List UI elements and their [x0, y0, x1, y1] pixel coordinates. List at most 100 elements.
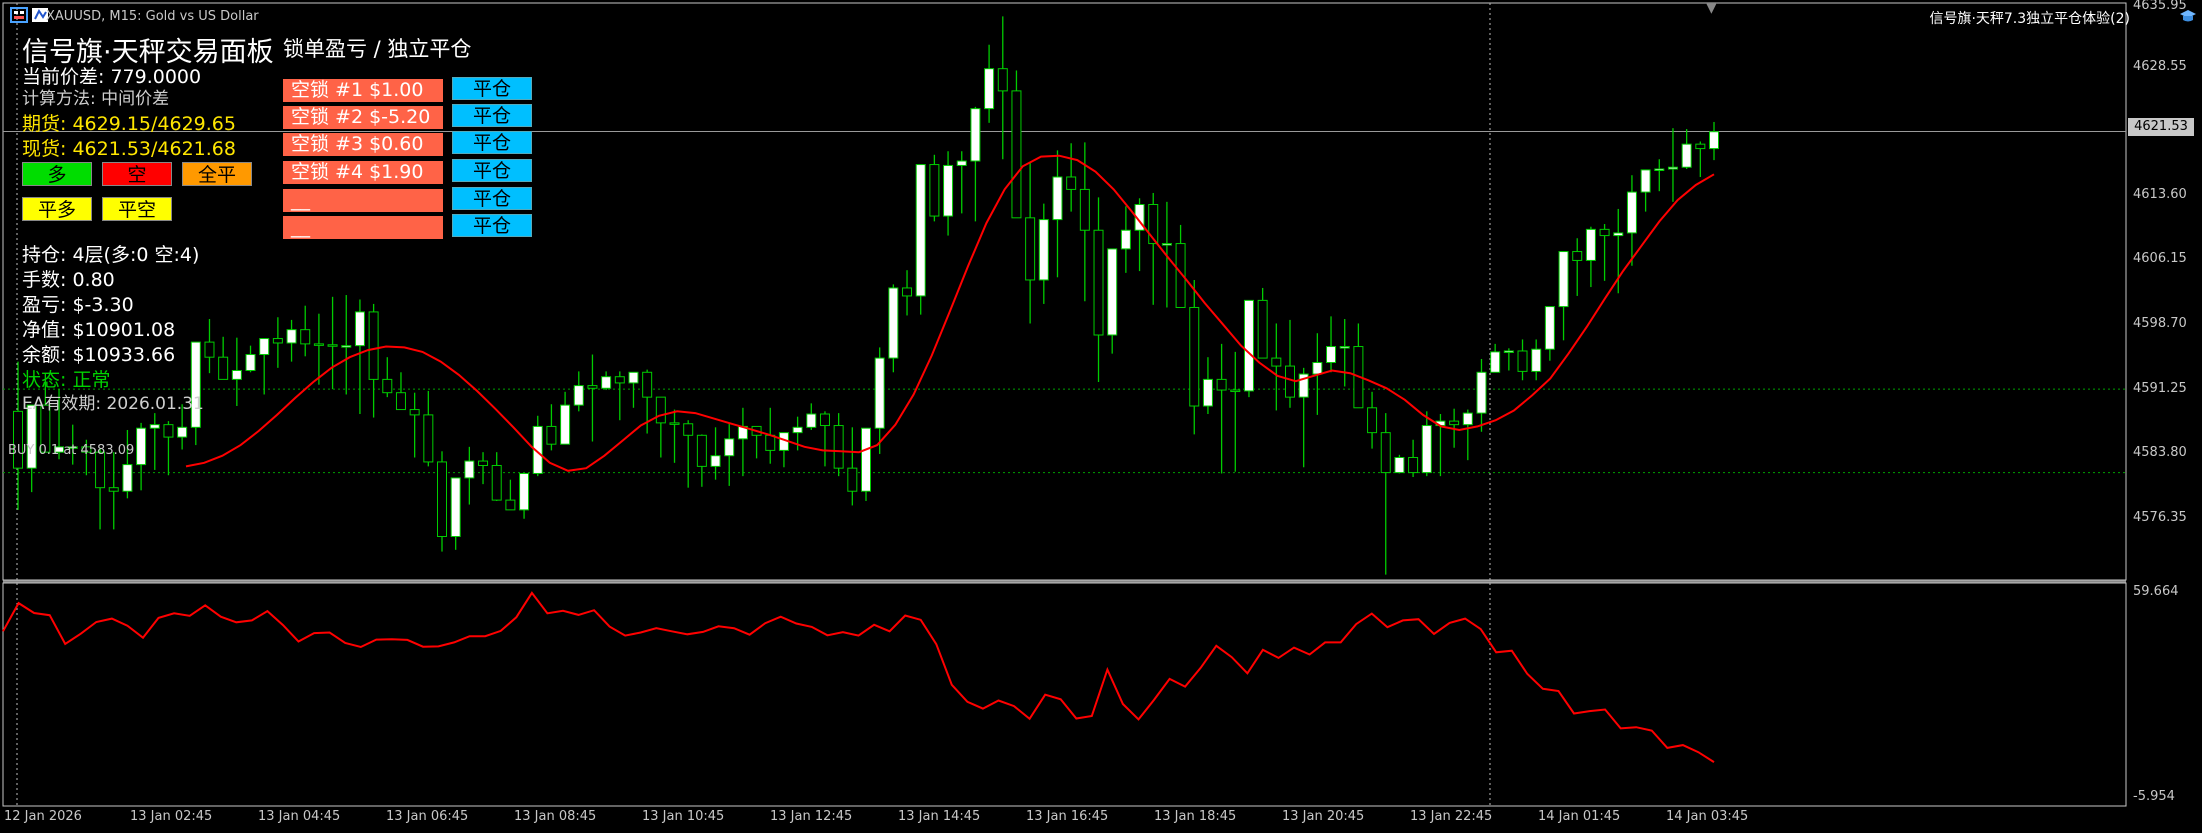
- chart-menu-icon[interactable]: [10, 7, 28, 24]
- candle-body: [1216, 378, 1227, 391]
- candle-body: [1544, 306, 1555, 350]
- candle-body: [382, 378, 393, 394]
- time-tick: 14 Jan 01:45: [1538, 809, 1621, 824]
- candle-body: [1230, 389, 1241, 393]
- candle-body: [1613, 232, 1624, 237]
- candle-body: [765, 434, 776, 451]
- candle-body: [437, 461, 447, 538]
- price-tick: 4628.55: [2133, 59, 2187, 74]
- candle-body: [1161, 243, 1172, 246]
- close-lock-1-button[interactable]: 平仓: [452, 77, 532, 100]
- candle-body: [26, 404, 37, 469]
- candle-body: [929, 164, 940, 217]
- equity: 净值: $10901.08: [22, 319, 176, 341]
- candle-body: [1517, 350, 1528, 372]
- candle-body: [1503, 350, 1514, 353]
- candle-body: [1380, 432, 1391, 474]
- current-price-tag: 4621.53: [2128, 118, 2194, 136]
- candle-body: [1243, 299, 1254, 392]
- close-all-button[interactable]: 全平: [182, 162, 252, 186]
- candle-body: [1107, 248, 1118, 336]
- candle-body: [806, 413, 817, 428]
- time-tick: 12 Jan 2026: [4, 809, 82, 824]
- time-tick: 13 Jan 06:45: [386, 809, 469, 824]
- time-tick: 13 Jan 20:45: [1282, 809, 1365, 824]
- candle-body: [546, 425, 557, 445]
- price-tick: 4635.95: [2133, 0, 2187, 13]
- close-lock-2-button[interactable]: 平仓: [452, 104, 532, 127]
- candle-body: [683, 423, 694, 436]
- price-tick: 4583.80: [2133, 445, 2187, 460]
- candle-body: [1011, 90, 1022, 219]
- time-tick: 13 Jan 04:45: [258, 809, 341, 824]
- lock-panel-title: 锁单盈亏 / 独立平仓: [283, 37, 472, 61]
- candle-body: [861, 427, 871, 492]
- scroll-marker-icon[interactable]: ▼: [1706, 0, 1717, 16]
- candle-body: [259, 338, 270, 356]
- candle-body: [573, 385, 584, 406]
- candle-body: [915, 164, 926, 297]
- time-tick: 13 Jan 12:45: [770, 809, 853, 824]
- candle-body: [642, 371, 653, 398]
- candle-body: [902, 287, 913, 297]
- candle-body: [136, 427, 147, 466]
- candle-body: [1052, 176, 1063, 221]
- lock-row-6: __: [283, 216, 443, 239]
- candle-body: [163, 424, 174, 438]
- close-lock-4-button[interactable]: 平仓: [452, 159, 532, 182]
- candle-body: [1667, 166, 1678, 170]
- candle-body: [1025, 217, 1036, 281]
- spot-price: 现货: 4621.53/4621.68: [22, 138, 236, 160]
- candle-body: [231, 370, 242, 380]
- candle-body: [122, 464, 133, 492]
- price-tick: 4591.25: [2133, 381, 2187, 396]
- candles-group: [13, 16, 1719, 575]
- candle-body: [505, 499, 516, 511]
- price-tick: 4576.35: [2133, 510, 2187, 525]
- close-sell-button[interactable]: 平空: [102, 197, 172, 221]
- candle-body: [984, 68, 995, 110]
- time-tick: 13 Jan 02:45: [130, 809, 213, 824]
- candle-body: [1408, 456, 1419, 474]
- lots: 手数: 0.80: [22, 269, 115, 291]
- time-tick: 13 Jan 10:45: [642, 809, 725, 824]
- candle-body: [395, 392, 406, 411]
- candle-body: [204, 341, 215, 358]
- close-lock-6-button[interactable]: 平仓: [452, 214, 532, 237]
- lock-row-4: 空锁 #4 $1.90: [283, 161, 443, 184]
- candle-body: [1339, 346, 1350, 349]
- candle-body: [1066, 176, 1077, 190]
- candle-body: [464, 460, 475, 479]
- candle-body: [1654, 168, 1665, 171]
- profit: 盈亏: $-3.30: [22, 294, 134, 316]
- time-tick: 13 Jan 08:45: [514, 809, 597, 824]
- sell-button[interactable]: 空: [102, 162, 172, 186]
- buy-button[interactable]: 多: [22, 162, 92, 186]
- candle-body: [1271, 357, 1282, 367]
- candle-body: [1326, 346, 1337, 364]
- candle-body: [313, 343, 324, 346]
- close-lock-5-button[interactable]: 平仓: [452, 187, 532, 210]
- lock-row-1: 空锁 #1 $1.00: [283, 79, 443, 102]
- candle-body: [519, 472, 530, 511]
- candle-body: [218, 356, 229, 380]
- close-buy-button[interactable]: 平多: [22, 197, 92, 221]
- candle-body: [190, 341, 201, 428]
- candle-body: [1531, 348, 1542, 372]
- candle-body: [1476, 371, 1487, 414]
- futures-price: 期货: 4629.15/4629.65: [22, 113, 236, 135]
- symbol-title: XAUUSD, M15: Gold vs US Dollar: [46, 9, 259, 24]
- candle-body: [1367, 407, 1378, 434]
- candle-body: [1585, 228, 1596, 261]
- candle-body: [354, 311, 365, 347]
- candle-body: [1120, 229, 1131, 250]
- candle-body: [669, 422, 680, 425]
- candle-body: [1079, 188, 1090, 231]
- candle-body: [710, 455, 721, 467]
- price-tick: 4613.60: [2133, 187, 2187, 202]
- indicator-tick: -5.954: [2133, 789, 2175, 804]
- time-tick: 13 Jan 18:45: [1154, 809, 1237, 824]
- candle-body: [1681, 143, 1692, 168]
- close-lock-3-button[interactable]: 平仓: [452, 131, 532, 154]
- calc-method: 计算方法: 中间价差: [22, 89, 170, 109]
